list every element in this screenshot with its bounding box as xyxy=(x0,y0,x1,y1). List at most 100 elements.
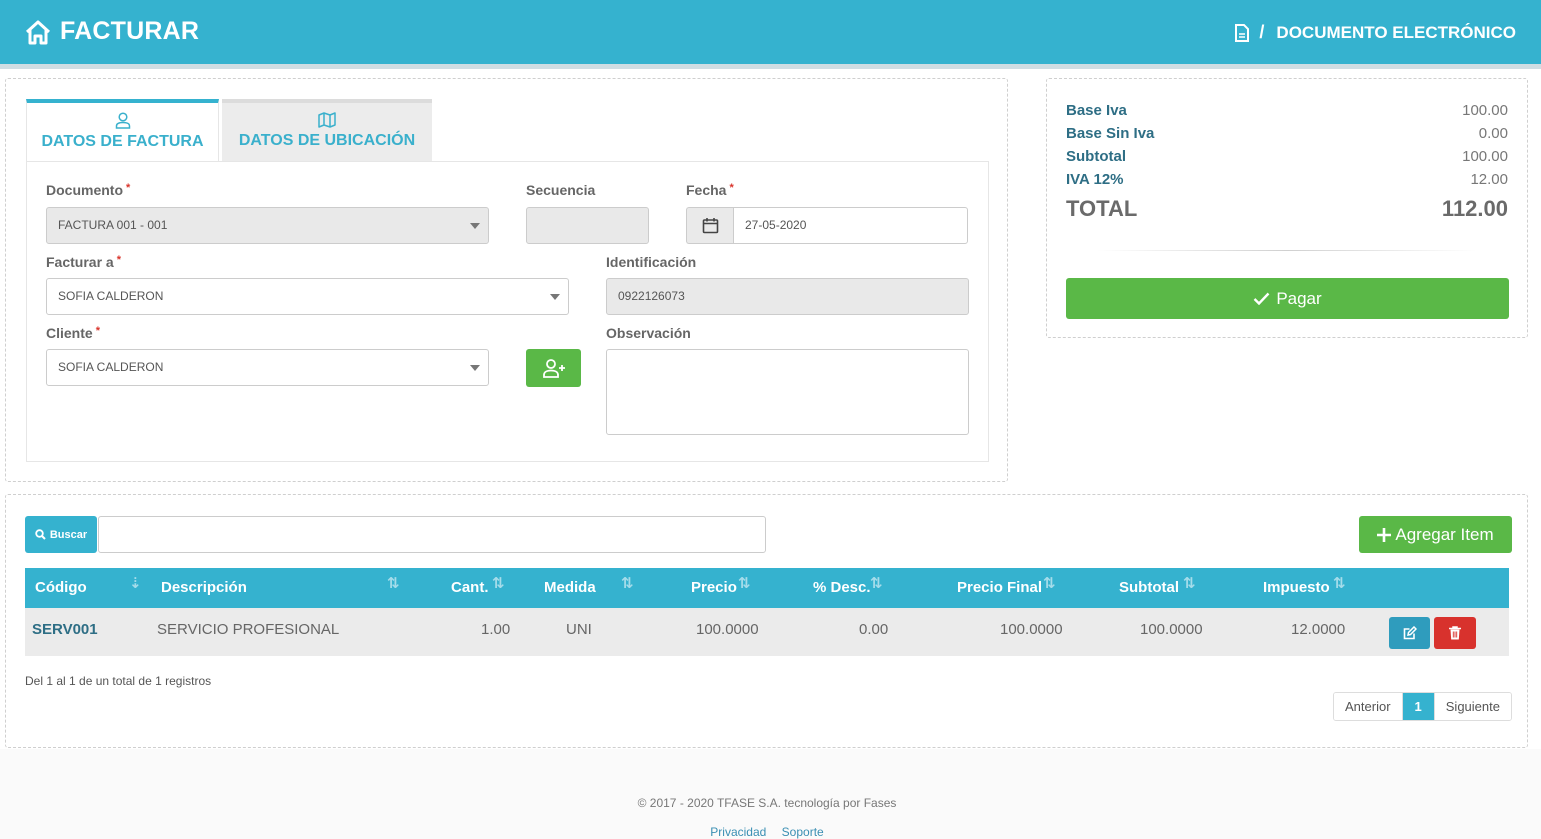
home-icon xyxy=(25,20,51,44)
table-row[interactable]: SERV001 SERVICIO PROFESIONAL 1.00 UNI 10… xyxy=(25,608,1509,656)
plus-icon xyxy=(1377,527,1392,542)
invoice-form-panel: DATOS DE FACTURA DATOS DE UBICACIÓN Docu… xyxy=(5,78,1008,482)
map-icon xyxy=(318,112,336,128)
cell-medida: UNI xyxy=(566,621,592,638)
column-header[interactable]: Cant. xyxy=(451,579,489,596)
delete-button[interactable] xyxy=(1434,617,1476,649)
required-mark: * xyxy=(116,254,121,266)
column-header[interactable]: % Desc. xyxy=(813,579,871,596)
base-iva-value: 100.00 xyxy=(1462,102,1508,119)
column-header[interactable]: Descripción xyxy=(161,579,247,596)
subtotal-value: 100.00 xyxy=(1462,148,1508,165)
identificacion-input[interactable]: 0922126073 xyxy=(606,278,969,315)
next-page-button[interactable]: Siguiente xyxy=(1433,693,1511,720)
total-label: TOTAL xyxy=(1066,196,1138,221)
total-value: 112.00 xyxy=(1441,196,1508,221)
column-header[interactable]: Precio Final xyxy=(957,579,1042,596)
cliente-select[interactable]: SOFIA CALDERON xyxy=(46,349,489,386)
search-label: Buscar xyxy=(49,528,88,541)
breadcrumb-separator: / xyxy=(1259,22,1265,42)
app-title[interactable]: FACTURAR xyxy=(24,17,199,46)
sort-icon[interactable]: ⇅ xyxy=(387,574,400,592)
tab-label: DATOS DE UBICACIÓN xyxy=(238,132,416,149)
tab-label: DATOS DE FACTURA xyxy=(41,133,204,150)
tab-datos-factura[interactable]: DATOS DE FACTURA xyxy=(26,99,219,162)
identificacion-label: Identificación xyxy=(606,254,697,270)
cell-desc: 0.00 xyxy=(859,621,889,638)
column-header[interactable]: Precio xyxy=(691,579,737,596)
chevron-down-icon xyxy=(470,223,480,229)
required-mark: * xyxy=(95,325,100,337)
observacion-textarea[interactable] xyxy=(606,349,969,435)
search-button[interactable]: Buscar xyxy=(25,516,97,553)
totals-panel: Base Iva 100.00 Base Sin Iva 0.00 Subtot… xyxy=(1046,78,1528,338)
required-mark: * xyxy=(729,182,734,194)
observacion-label: Observación xyxy=(606,325,691,341)
add-user-icon xyxy=(542,359,565,378)
cell-cant: 1.00 xyxy=(481,621,511,638)
fecha-label: Fecha * xyxy=(686,182,734,198)
add-client-button[interactable] xyxy=(526,349,581,387)
table-info: Del 1 al 1 de un total de 1 registros xyxy=(25,674,212,688)
fecha-input[interactable]: 27-05-2020 xyxy=(733,207,968,244)
page-1-button[interactable]: 1 xyxy=(1401,693,1434,720)
user-icon xyxy=(115,112,130,129)
facturar-a-label: Facturar a * xyxy=(46,254,121,270)
column-header[interactable]: Subtotal xyxy=(1119,579,1179,596)
privacy-link[interactable]: Privacidad xyxy=(710,825,766,839)
pagination: Anterior 1 Siguiente xyxy=(1333,692,1512,721)
required-mark: * xyxy=(126,182,131,194)
support-link[interactable]: Soporte xyxy=(782,825,824,839)
sort-icon[interactable]: ⇅ xyxy=(870,574,883,592)
sort-icon[interactable]: ⇅ xyxy=(1043,574,1056,592)
sort-icon[interactable]: ⇅ xyxy=(1183,574,1196,592)
column-header[interactable]: Código xyxy=(35,579,87,596)
pay-label: Pagar xyxy=(1276,288,1322,308)
documento-select[interactable]: FACTURA 001 - 001 xyxy=(46,207,489,244)
sort-asc-icon[interactable]: ⇣ xyxy=(129,574,142,592)
facturar-a-value: SOFIA CALDERON xyxy=(58,289,164,303)
cell-precio: 100.0000 xyxy=(696,621,759,638)
secuencia-input[interactable] xyxy=(526,207,649,244)
tab-datos-ubicacion[interactable]: DATOS DE UBICACIÓN xyxy=(222,99,432,162)
document-icon xyxy=(1235,23,1250,42)
edit-icon xyxy=(1403,626,1417,640)
column-header[interactable]: Medida xyxy=(544,579,596,596)
secuencia-label: Secuencia xyxy=(526,182,596,198)
edit-button[interactable] xyxy=(1389,617,1430,649)
cell-impuesto: 12.0000 xyxy=(1291,621,1346,638)
sort-icon[interactable]: ⇅ xyxy=(738,574,751,592)
page-title: FACTURAR xyxy=(60,17,200,45)
copyright: © 2017 - 2020 TFASE S.A. tecnología por … xyxy=(637,796,897,810)
breadcrumb: / DOCUMENTO ELECTRÓNICO xyxy=(1235,22,1516,43)
sort-icon[interactable]: ⇅ xyxy=(1333,574,1346,592)
sort-icon[interactable]: ⇅ xyxy=(492,574,505,592)
chevron-down-icon xyxy=(470,365,480,371)
base-sin-iva-label: Base Sin Iva xyxy=(1066,125,1155,142)
calendar-icon xyxy=(702,218,719,234)
cell-subtotal: 100.0000 xyxy=(1140,621,1203,638)
search-icon xyxy=(35,529,46,540)
iva-label: IVA 12% xyxy=(1066,171,1124,188)
add-item-button[interactable]: Agregar Item xyxy=(1359,516,1512,553)
calendar-button[interactable] xyxy=(686,207,734,244)
iva-value: 12.00 xyxy=(1470,171,1508,188)
sort-icon[interactable]: ⇅ xyxy=(621,574,634,592)
cliente-value: SOFIA CALDERON xyxy=(58,360,164,374)
documento-value: FACTURA 001 - 001 xyxy=(58,218,168,232)
check-icon xyxy=(1253,292,1270,305)
table-header: Código ⇣ Descripción ⇅ Cant. ⇅ Medida ⇅ … xyxy=(25,568,1509,608)
search-input[interactable] xyxy=(98,516,766,553)
facturar-a-select[interactable]: SOFIA CALDERON xyxy=(46,278,569,315)
top-bar: FACTURAR / DOCUMENTO ELECTRÓNICO xyxy=(0,0,1541,64)
items-panel: Buscar Agregar Item Código ⇣ Descripción… xyxy=(5,494,1528,748)
subtotal-label: Subtotal xyxy=(1066,148,1126,165)
documento-label: Documento * xyxy=(46,182,131,198)
base-sin-iva-value: 0.00 xyxy=(1478,125,1508,142)
pay-button[interactable]: Pagar xyxy=(1066,278,1509,319)
footer-links: Privacidad Soporte xyxy=(0,825,1534,839)
add-item-label: Agregar Item xyxy=(1395,524,1494,544)
divider xyxy=(1097,250,1477,251)
column-header[interactable]: Impuesto xyxy=(1263,579,1330,596)
prev-page-button[interactable]: Anterior xyxy=(1334,693,1402,720)
